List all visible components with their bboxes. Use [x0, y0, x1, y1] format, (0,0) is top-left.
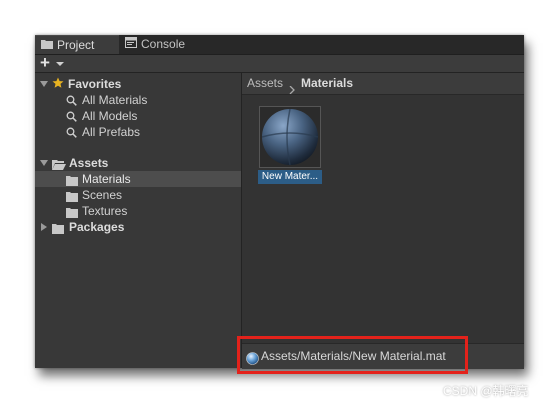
tree-packages[interactable]: Packages [35, 219, 241, 235]
tree-item-all-models[interactable]: All Models [35, 108, 241, 124]
tree-item-all-materials[interactable]: All Materials [35, 92, 241, 108]
watermark: CSDN @韩曙亮 [443, 384, 529, 398]
tree-assets-label: Assets [69, 156, 109, 170]
tree-assets[interactable]: Assets [35, 155, 241, 171]
breadcrumb-materials[interactable]: Materials [301, 73, 353, 94]
tree-item-scenes[interactable]: Scenes [35, 187, 241, 203]
asset-panel: Assets Materials New Mater... Assets/Mat… [242, 73, 524, 369]
tree-item-all-prefabs[interactable]: All Prefabs [35, 124, 241, 140]
folder-tree: Favorites All Materials All Models All P… [35, 73, 242, 368]
asset-item-material[interactable]: New Mater... [258, 106, 322, 186]
collapse-arrow-icon[interactable] [41, 223, 47, 231]
tree-item-textures[interactable]: Textures [35, 203, 241, 219]
tab-console[interactable]: Console [119, 35, 199, 54]
tab-project-label: Project [57, 38, 95, 52]
tree-favorites-label: Favorites [68, 77, 122, 91]
tree-favorites[interactable]: Favorites [35, 76, 241, 92]
tree-item-label: Materials [82, 172, 131, 186]
tab-bar: Project Console [35, 35, 524, 55]
project-window: Project Console + Favorites All Material… [35, 35, 524, 369]
tree-item-label: Scenes [82, 188, 123, 202]
chevron-right-icon [289, 80, 295, 101]
tab-project[interactable]: Project [35, 35, 119, 54]
tree-item-label: All Models [82, 109, 138, 123]
tab-console-label: Console [141, 37, 186, 51]
tree-item-materials[interactable]: Materials [35, 171, 241, 187]
folder-icon [52, 222, 64, 238]
tree-packages-label: Packages [69, 220, 125, 234]
tree-item-label: Textures [82, 204, 128, 218]
chevron-down-icon[interactable] [56, 62, 64, 66]
project-toolbar: + [35, 54, 524, 73]
expand-arrow-icon[interactable] [40, 81, 48, 87]
breadcrumb: Assets Materials [242, 73, 524, 95]
tree-item-label: All Materials [82, 93, 148, 107]
search-icon [66, 126, 77, 142]
material-sphere-icon [261, 108, 319, 166]
console-icon [125, 35, 137, 54]
expand-arrow-icon[interactable] [40, 160, 48, 166]
asset-item-label: New Mater... [258, 170, 322, 184]
create-button[interactable]: + [40, 54, 50, 72]
star-icon [52, 77, 64, 93]
tree-item-label: All Prefabs [82, 125, 141, 139]
highlight-box [237, 336, 468, 374]
breadcrumb-assets[interactable]: Assets [247, 73, 283, 94]
material-thumbnail [259, 106, 321, 168]
